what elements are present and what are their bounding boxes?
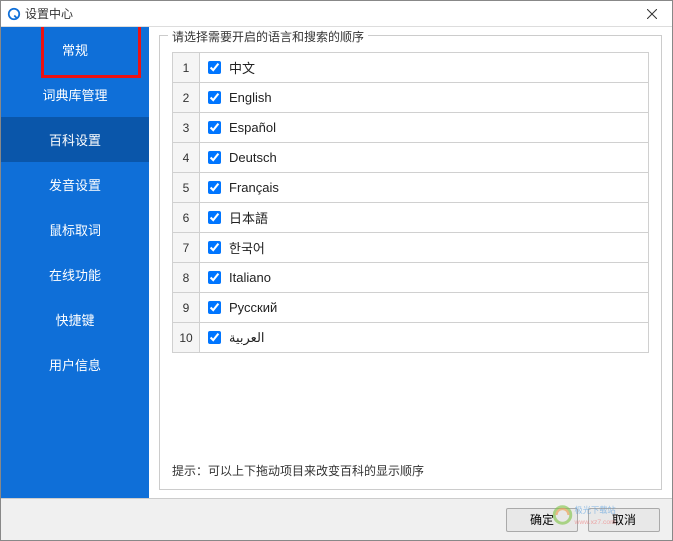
row-number: 2 [172, 82, 200, 113]
sidebar-item-label: 百科设置 [49, 130, 101, 149]
language-label: Deutsch [229, 150, 277, 165]
row-number: 4 [172, 142, 200, 173]
language-checkbox[interactable] [208, 151, 221, 164]
row-number: 1 [172, 52, 200, 83]
language-checkbox[interactable] [208, 301, 221, 314]
language-label: Русский [229, 300, 277, 315]
row-number: 6 [172, 202, 200, 233]
language-cell: Français [199, 172, 649, 203]
close-button[interactable] [632, 1, 672, 27]
window-title: 设置中心 [25, 5, 73, 22]
language-row[interactable]: 2 English [172, 82, 649, 112]
language-row[interactable]: 10 العربية [172, 322, 649, 352]
language-checkbox[interactable] [208, 241, 221, 254]
sidebar-item-label: 常规 [62, 40, 88, 59]
language-checkbox[interactable] [208, 181, 221, 194]
language-label: 日本語 [229, 208, 268, 227]
sidebar-item-4[interactable]: 鼠标取词 [1, 207, 149, 252]
row-number: 10 [172, 322, 200, 353]
titlebar: 设置中心 [1, 1, 672, 27]
language-row[interactable]: 7 한국어 [172, 232, 649, 262]
language-cell: العربية [199, 322, 649, 353]
language-cell: 中文 [199, 52, 649, 83]
language-cell: Deutsch [199, 142, 649, 173]
language-checkbox[interactable] [208, 331, 221, 344]
language-label: 한국어 [229, 238, 265, 257]
row-number: 7 [172, 232, 200, 263]
ok-button[interactable]: 确定 [506, 508, 578, 532]
footer: 极光下载站 www.xz7.com 确定 取消 [1, 498, 672, 540]
sidebar-item-1[interactable]: 词典库管理 [1, 72, 149, 117]
language-checkbox[interactable] [208, 121, 221, 134]
sidebar-item-0[interactable]: 常规 [1, 27, 149, 72]
language-checkbox[interactable] [208, 271, 221, 284]
language-label: English [229, 90, 272, 105]
row-number: 9 [172, 292, 200, 323]
language-row[interactable]: 1 中文 [172, 52, 649, 82]
sidebar: 常规词典库管理百科设置发音设置鼠标取词在线功能快捷键用户信息 [1, 27, 149, 498]
language-checkbox[interactable] [208, 211, 221, 224]
row-number: 8 [172, 262, 200, 293]
language-cell: Español [199, 112, 649, 143]
sidebar-item-7[interactable]: 用户信息 [1, 342, 149, 387]
language-row[interactable]: 5 Français [172, 172, 649, 202]
sidebar-item-2[interactable]: 百科设置 [1, 117, 149, 162]
language-label: 中文 [229, 58, 255, 77]
sidebar-item-5[interactable]: 在线功能 [1, 252, 149, 297]
sidebar-item-6[interactable]: 快捷键 [1, 297, 149, 342]
close-icon [647, 9, 657, 19]
language-checkbox[interactable] [208, 61, 221, 74]
content-area: 请选择需要开启的语言和搜索的顺序 1 中文 2 English 3 Español 4 Deu… [149, 27, 672, 498]
groupbox-title: 请选择需要开启的语言和搜索的顺序 [168, 28, 368, 45]
language-cell: 日本語 [199, 202, 649, 233]
row-number: 5 [172, 172, 200, 203]
hint-text: 提示：可以上下拖动项目来改变百科的显示顺序 [172, 462, 649, 479]
language-cell: Русский [199, 292, 649, 323]
language-cell: English [199, 82, 649, 113]
sidebar-item-3[interactable]: 发音设置 [1, 162, 149, 207]
settings-window: 设置中心 常规词典库管理百科设置发音设置鼠标取词在线功能快捷键用户信息 请选择需… [0, 0, 673, 541]
window-body: 常规词典库管理百科设置发音设置鼠标取词在线功能快捷键用户信息 请选择需要开启的语… [1, 27, 672, 498]
language-label: Français [229, 180, 279, 195]
sidebar-item-label: 用户信息 [49, 355, 101, 374]
language-row[interactable]: 6 日本語 [172, 202, 649, 232]
language-row[interactable]: 8 Italiano [172, 262, 649, 292]
sidebar-item-label: 词典库管理 [42, 85, 107, 104]
language-label: Italiano [229, 270, 271, 285]
sidebar-item-label: 在线功能 [49, 265, 101, 284]
language-checkbox[interactable] [208, 91, 221, 104]
language-label: Español [229, 120, 276, 135]
language-groupbox: 请选择需要开启的语言和搜索的顺序 1中文2English3Español4Deu… [159, 35, 662, 490]
app-icon [7, 7, 21, 21]
language-row[interactable]: 3 Español [172, 112, 649, 142]
row-number: 3 [172, 112, 200, 143]
cancel-button[interactable]: 取消 [588, 508, 660, 532]
sidebar-item-label: 鼠标取词 [49, 220, 101, 239]
sidebar-item-label: 快捷键 [55, 310, 94, 329]
language-label: العربية [229, 330, 265, 346]
language-row[interactable]: 4 Deutsch [172, 142, 649, 172]
language-row[interactable]: 9 Русский [172, 292, 649, 322]
language-list[interactable]: 1 中文 2 English 3 Español 4 Deutsch 5 Français 6 日本語… [172, 52, 649, 452]
sidebar-item-label: 发音设置 [49, 175, 101, 194]
language-cell: Italiano [199, 262, 649, 293]
language-cell: 한국어 [199, 232, 649, 263]
